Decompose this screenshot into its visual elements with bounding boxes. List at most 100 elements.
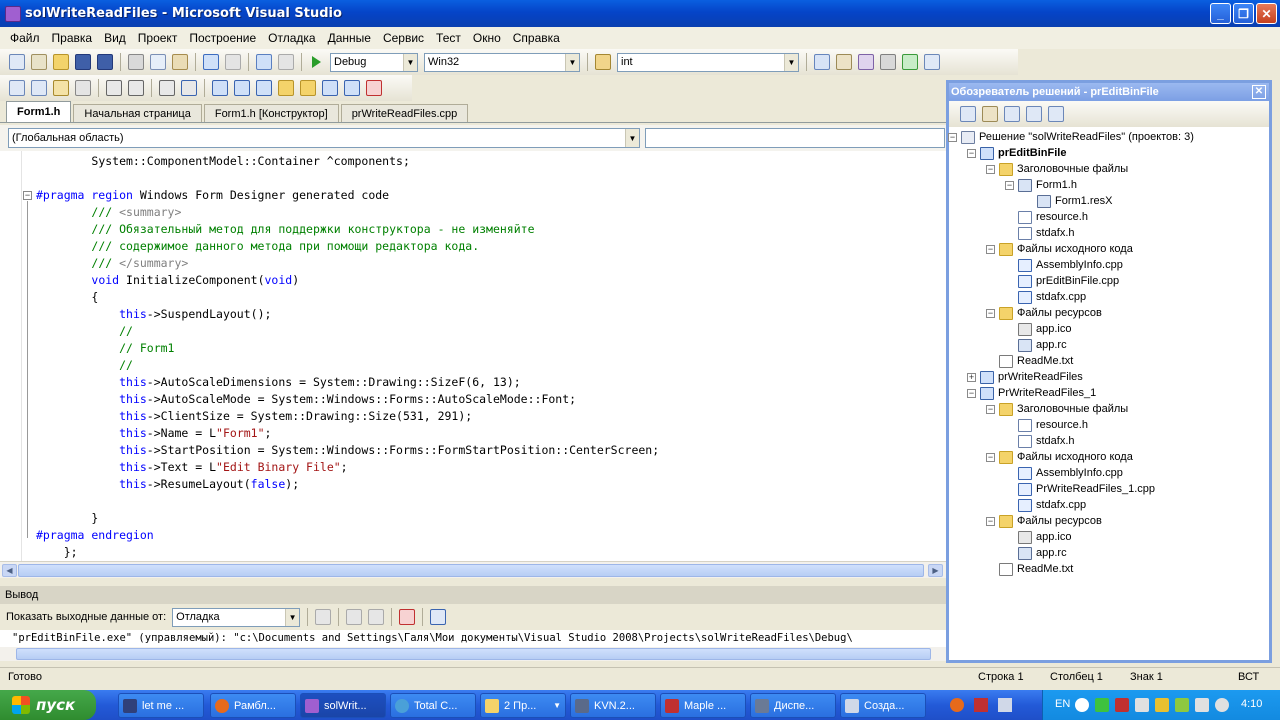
tree-item[interactable]: Form1.h — [1018, 177, 1077, 193]
cut-icon[interactable] — [128, 54, 144, 70]
toolbox-icon[interactable] — [880, 54, 896, 70]
show-desktop-icon[interactable] — [998, 698, 1012, 712]
code-line[interactable]: /// Обязательный метод для поддержки кон… — [36, 221, 659, 238]
minimize-button[interactable]: _ — [1210, 3, 1231, 24]
tray-app-icon[interactable] — [1155, 698, 1169, 712]
quicklaunch-icon[interactable] — [974, 698, 988, 712]
scroll-right-icon[interactable]: ▶ — [928, 564, 943, 577]
maximize-button[interactable]: ❐ — [1233, 3, 1254, 24]
code-line[interactable]: this->Text = L"Edit Binary File"; — [36, 459, 659, 476]
tree-item[interactable]: app.ico — [1018, 529, 1071, 545]
tree-item[interactable]: Файлы ресурсов — [999, 513, 1102, 529]
tree-item[interactable]: prWriteReadFiles — [980, 369, 1083, 385]
increase-indent-icon[interactable] — [128, 80, 144, 96]
toggle-bookmark-icon[interactable] — [212, 80, 228, 96]
collapse-region-icon[interactable]: − — [23, 191, 32, 200]
tree-item[interactable]: Файлы исходного кода — [999, 449, 1133, 465]
taskbar-item[interactable]: solWrit... — [300, 693, 386, 718]
quick-info-icon[interactable] — [53, 80, 69, 96]
code-line[interactable] — [36, 170, 659, 187]
code-line[interactable]: this->ResumeLayout(false); — [36, 476, 659, 493]
code-line[interactable]: /// </summary> — [36, 255, 659, 272]
display-object-member-list-icon[interactable] — [9, 80, 25, 96]
tree-item[interactable]: stdafx.cpp — [1018, 497, 1086, 513]
taskbar-item[interactable]: KVN.2... — [570, 693, 656, 718]
code-line[interactable]: /// <summary> — [36, 204, 659, 221]
tab-form1-h[interactable]: Form1.h — [6, 101, 72, 122]
next-bookmark-in-folder-icon[interactable] — [300, 80, 316, 96]
solution-platform-select[interactable]: Win32 ▼ — [424, 52, 580, 72]
navigate-forward-icon[interactable] — [278, 54, 294, 70]
collapse-icon[interactable]: − — [986, 517, 995, 526]
scrollbar-thumb[interactable] — [16, 648, 931, 660]
code-line[interactable]: this->AutoScaleMode = System::Windows::F… — [36, 391, 659, 408]
taskbar-item[interactable]: Рамбл... — [210, 693, 296, 718]
tree-item[interactable]: stdafx.h — [1018, 225, 1075, 241]
tree-item[interactable]: app.rc — [1018, 545, 1067, 561]
solution-configuration-select[interactable]: Debug ▼ — [330, 52, 418, 72]
language-bar-icon[interactable] — [1075, 698, 1089, 712]
toggle-word-wrap-icon[interactable] — [430, 609, 447, 625]
start-debugging-icon[interactable] — [312, 56, 321, 68]
uncomment-lines-icon[interactable] — [181, 80, 197, 96]
taskbar-item[interactable]: 2 Пр... ▼ — [480, 693, 566, 718]
code-editor[interactable]: − System::ComponentModel::Container ^com… — [0, 151, 946, 561]
add-item-icon[interactable] — [31, 54, 47, 70]
code-line[interactable]: void InitializeComponent(void) — [36, 272, 659, 289]
tab-start-page[interactable]: Начальная страница — [73, 104, 202, 122]
find-combo[interactable]: int ▼ — [617, 52, 799, 72]
menu-build[interactable]: Построение — [183, 31, 262, 45]
tab-form1-designer[interactable]: Form1.h [Конструктор] — [203, 104, 339, 122]
previous-bookmark-in-document-icon[interactable] — [322, 80, 338, 96]
tree-item[interactable]: stdafx.h — [1018, 433, 1075, 449]
menu-data[interactable]: Данные — [322, 31, 377, 45]
collapse-icon[interactable]: − — [986, 309, 995, 318]
tree-item[interactable]: resource.h — [1018, 417, 1088, 433]
open-file-icon[interactable] — [53, 54, 69, 70]
close-icon[interactable]: ✕ — [1252, 85, 1266, 99]
refresh-icon[interactable] — [1004, 106, 1020, 122]
taskbar-item[interactable]: let me ... — [118, 693, 204, 718]
tree-item[interactable]: AssemblyInfo.cpp — [1018, 465, 1123, 481]
scroll-left-icon[interactable]: ◀ — [2, 564, 17, 577]
tree-item[interactable]: PrWriteReadFiles_1 — [980, 385, 1096, 401]
menu-file[interactable]: Файл — [4, 31, 46, 45]
save-all-icon[interactable] — [97, 54, 113, 70]
taskbar-item[interactable]: Созда... — [840, 693, 926, 718]
view-code-icon[interactable] — [1026, 106, 1042, 122]
tree-item[interactable]: ReadMe.txt — [999, 561, 1073, 577]
tree-item[interactable]: prEditBinFile — [980, 145, 1066, 161]
go-to-previous-message-icon[interactable] — [346, 609, 363, 625]
solution-explorer-icon[interactable] — [814, 54, 830, 70]
close-button[interactable]: ✕ — [1256, 3, 1277, 24]
code-text[interactable]: System::ComponentModel::Container ^compo… — [36, 153, 659, 561]
code-line[interactable]: this->Name = L"Form1"; — [36, 425, 659, 442]
complete-word-icon[interactable] — [75, 80, 91, 96]
undo-icon[interactable] — [203, 54, 219, 70]
member-select[interactable] — [645, 128, 945, 148]
tree-item[interactable]: prEditBinFile.cpp — [1018, 273, 1119, 289]
new-project-icon[interactable] — [9, 54, 25, 70]
menu-test[interactable]: Тест — [430, 31, 467, 45]
menu-help[interactable]: Справка — [507, 31, 566, 45]
save-icon[interactable] — [75, 54, 91, 70]
menu-edit[interactable]: Правка — [46, 31, 99, 45]
tree-item[interactable]: ReadMe.txt — [999, 353, 1073, 369]
tree-item[interactable]: app.ico — [1018, 321, 1071, 337]
decrease-indent-icon[interactable] — [106, 80, 122, 96]
code-line[interactable]: }; — [36, 544, 659, 561]
firefox-quicklaunch-icon[interactable] — [950, 698, 964, 712]
find-message-in-code-icon[interactable] — [315, 609, 332, 625]
output-source-select[interactable]: Отладка ▼ — [172, 607, 301, 627]
collapse-icon[interactable]: − — [986, 165, 995, 174]
menu-project[interactable]: Проект — [132, 31, 184, 45]
go-to-next-message-icon[interactable] — [368, 609, 385, 625]
collapse-icon[interactable]: − — [967, 149, 976, 158]
code-line[interactable]: this->AutoScaleDimensions = System::Draw… — [36, 374, 659, 391]
code-line[interactable]: // Form1 — [36, 340, 659, 357]
output-horizontal-scrollbar[interactable] — [0, 647, 946, 661]
taskbar-item[interactable]: Total C... — [390, 693, 476, 718]
clear-all-icon[interactable] — [399, 609, 416, 625]
network-icon[interactable] — [1095, 698, 1109, 712]
tray-app-icon[interactable] — [1215, 698, 1229, 712]
